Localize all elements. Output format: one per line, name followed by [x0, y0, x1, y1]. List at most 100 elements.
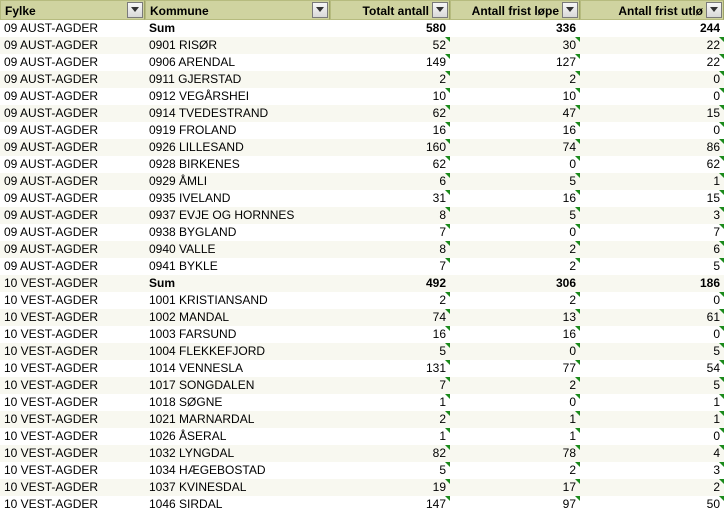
cell-utlo[interactable]: 0: [580, 88, 724, 105]
cell-lope[interactable]: 13: [450, 309, 580, 326]
cell-utlo[interactable]: 22: [580, 54, 724, 71]
cell-fylke[interactable]: 09 AUST-AGDER: [0, 20, 145, 37]
cell-lope[interactable]: 5: [450, 173, 580, 190]
filter-dropdown-icon[interactable]: [127, 2, 143, 18]
cell-lope[interactable]: 0: [450, 343, 580, 360]
cell-totalt[interactable]: 149: [330, 54, 450, 71]
cell-utlo[interactable]: 54: [580, 360, 724, 377]
cell-fylke[interactable]: 09 AUST-AGDER: [0, 139, 145, 156]
cell-utlo[interactable]: 22: [580, 37, 724, 54]
cell-utlo[interactable]: 5: [580, 377, 724, 394]
cell-utlo[interactable]: 61: [580, 309, 724, 326]
cell-totalt[interactable]: 62: [330, 105, 450, 122]
cell-lope[interactable]: 74: [450, 139, 580, 156]
cell-lope[interactable]: 0: [450, 224, 580, 241]
cell-totalt[interactable]: 19: [330, 479, 450, 496]
cell-fylke[interactable]: 09 AUST-AGDER: [0, 190, 145, 207]
table-row[interactable]: 09 AUST-AGDER0928 BIRKENES62062: [0, 156, 724, 173]
cell-totalt[interactable]: 5: [330, 462, 450, 479]
cell-totalt[interactable]: 6: [330, 173, 450, 190]
cell-totalt[interactable]: 7: [330, 377, 450, 394]
cell-utlo[interactable]: 0: [580, 292, 724, 309]
cell-lope[interactable]: 30: [450, 37, 580, 54]
cell-totalt[interactable]: 2: [330, 292, 450, 309]
cell-utlo[interactable]: 3: [580, 207, 724, 224]
cell-kommune[interactable]: Sum: [145, 275, 330, 292]
table-row[interactable]: 10 VEST-AGDER1001 KRISTIANSAND220: [0, 292, 724, 309]
header-lope[interactable]: Antall frist løpe: [450, 0, 580, 20]
cell-lope[interactable]: 16: [450, 190, 580, 207]
cell-utlo[interactable]: 5: [580, 258, 724, 275]
cell-fylke[interactable]: 09 AUST-AGDER: [0, 88, 145, 105]
cell-totalt[interactable]: 5: [330, 343, 450, 360]
table-row[interactable]: 10 VEST-AGDER1021 MARNARDAL211: [0, 411, 724, 428]
cell-kommune[interactable]: 1037 KVINESDAL: [145, 479, 330, 496]
cell-lope[interactable]: 1: [450, 411, 580, 428]
filter-dropdown-icon[interactable]: [432, 2, 448, 18]
table-row[interactable]: 09 AUST-AGDER0906 ARENDAL14912722: [0, 54, 724, 71]
cell-fylke[interactable]: 09 AUST-AGDER: [0, 156, 145, 173]
table-row[interactable]: 09 AUST-AGDER0912 VEGÅRSHEI10100: [0, 88, 724, 105]
cell-totalt[interactable]: 7: [330, 224, 450, 241]
cell-kommune[interactable]: 0941 BYKLE: [145, 258, 330, 275]
cell-totalt[interactable]: 1: [330, 428, 450, 445]
cell-kommune[interactable]: Sum: [145, 20, 330, 37]
cell-utlo[interactable]: 86: [580, 139, 724, 156]
table-row[interactable]: 09 AUST-AGDER0919 FROLAND16160: [0, 122, 724, 139]
cell-utlo[interactable]: 62: [580, 156, 724, 173]
cell-kommune[interactable]: 1014 VENNESLA: [145, 360, 330, 377]
cell-utlo[interactable]: 1: [580, 411, 724, 428]
table-row[interactable]: 09 AUST-AGDER0937 EVJE OG HORNNES853: [0, 207, 724, 224]
cell-utlo[interactable]: 3: [580, 462, 724, 479]
cell-kommune[interactable]: 0940 VALLE: [145, 241, 330, 258]
cell-lope[interactable]: 2: [450, 292, 580, 309]
cell-totalt[interactable]: 131: [330, 360, 450, 377]
table-row[interactable]: 09 AUST-AGDER0940 VALLE826: [0, 241, 724, 258]
cell-lope[interactable]: 97: [450, 496, 580, 513]
cell-lope[interactable]: 17: [450, 479, 580, 496]
cell-totalt[interactable]: 31: [330, 190, 450, 207]
cell-kommune[interactable]: 0906 ARENDAL: [145, 54, 330, 71]
cell-totalt[interactable]: 62: [330, 156, 450, 173]
table-row[interactable]: 09 AUST-AGDER0901 RISØR523022: [0, 37, 724, 54]
table-row[interactable]: 09 AUST-AGDER0914 TVEDESTRAND624715: [0, 105, 724, 122]
cell-totalt[interactable]: 1: [330, 394, 450, 411]
cell-fylke[interactable]: 10 VEST-AGDER: [0, 309, 145, 326]
table-row[interactable]: 10 VEST-AGDER1014 VENNESLA1317754: [0, 360, 724, 377]
table-row[interactable]: 09 AUST-AGDER0938 BYGLAND707: [0, 224, 724, 241]
cell-fylke[interactable]: 10 VEST-AGDER: [0, 292, 145, 309]
cell-utlo[interactable]: 0: [580, 71, 724, 88]
table-row[interactable]: 10 VEST-AGDER1026 ÅSERAL110: [0, 428, 724, 445]
cell-lope[interactable]: 306: [450, 275, 580, 292]
cell-totalt[interactable]: 160: [330, 139, 450, 156]
table-row[interactable]: 09 AUST-AGDERSum580336244: [0, 20, 724, 37]
table-row[interactable]: 10 VEST-AGDER1032 LYNGDAL82784: [0, 445, 724, 462]
table-row[interactable]: 09 AUST-AGDER0926 LILLESAND1607486: [0, 139, 724, 156]
cell-kommune[interactable]: 0926 LILLESAND: [145, 139, 330, 156]
cell-kommune[interactable]: 1018 SØGNE: [145, 394, 330, 411]
cell-kommune[interactable]: 0928 BIRKENES: [145, 156, 330, 173]
filter-dropdown-icon[interactable]: [706, 2, 722, 18]
header-utlo[interactable]: Antall frist utlø: [580, 0, 724, 20]
cell-fylke[interactable]: 09 AUST-AGDER: [0, 71, 145, 88]
header-kommune[interactable]: Kommune: [145, 0, 330, 20]
cell-utlo[interactable]: 2: [580, 479, 724, 496]
table-row[interactable]: 10 VEST-AGDER1002 MANDAL741361: [0, 309, 724, 326]
cell-lope[interactable]: 0: [450, 156, 580, 173]
cell-totalt[interactable]: 492: [330, 275, 450, 292]
cell-fylke[interactable]: 09 AUST-AGDER: [0, 122, 145, 139]
cell-fylke[interactable]: 09 AUST-AGDER: [0, 105, 145, 122]
cell-kommune[interactable]: 0911 GJERSTAD: [145, 71, 330, 88]
cell-kommune[interactable]: 0935 IVELAND: [145, 190, 330, 207]
cell-kommune[interactable]: 1021 MARNARDAL: [145, 411, 330, 428]
header-fylke[interactable]: Fylke: [0, 0, 145, 20]
table-row[interactable]: 09 AUST-AGDER0935 IVELAND311615: [0, 190, 724, 207]
cell-kommune[interactable]: 0914 TVEDESTRAND: [145, 105, 330, 122]
cell-totalt[interactable]: 82: [330, 445, 450, 462]
cell-kommune[interactable]: 0912 VEGÅRSHEI: [145, 88, 330, 105]
cell-fylke[interactable]: 09 AUST-AGDER: [0, 54, 145, 71]
cell-fylke[interactable]: 10 VEST-AGDER: [0, 377, 145, 394]
cell-fylke[interactable]: 10 VEST-AGDER: [0, 428, 145, 445]
cell-fylke[interactable]: 09 AUST-AGDER: [0, 241, 145, 258]
cell-lope[interactable]: 1: [450, 428, 580, 445]
